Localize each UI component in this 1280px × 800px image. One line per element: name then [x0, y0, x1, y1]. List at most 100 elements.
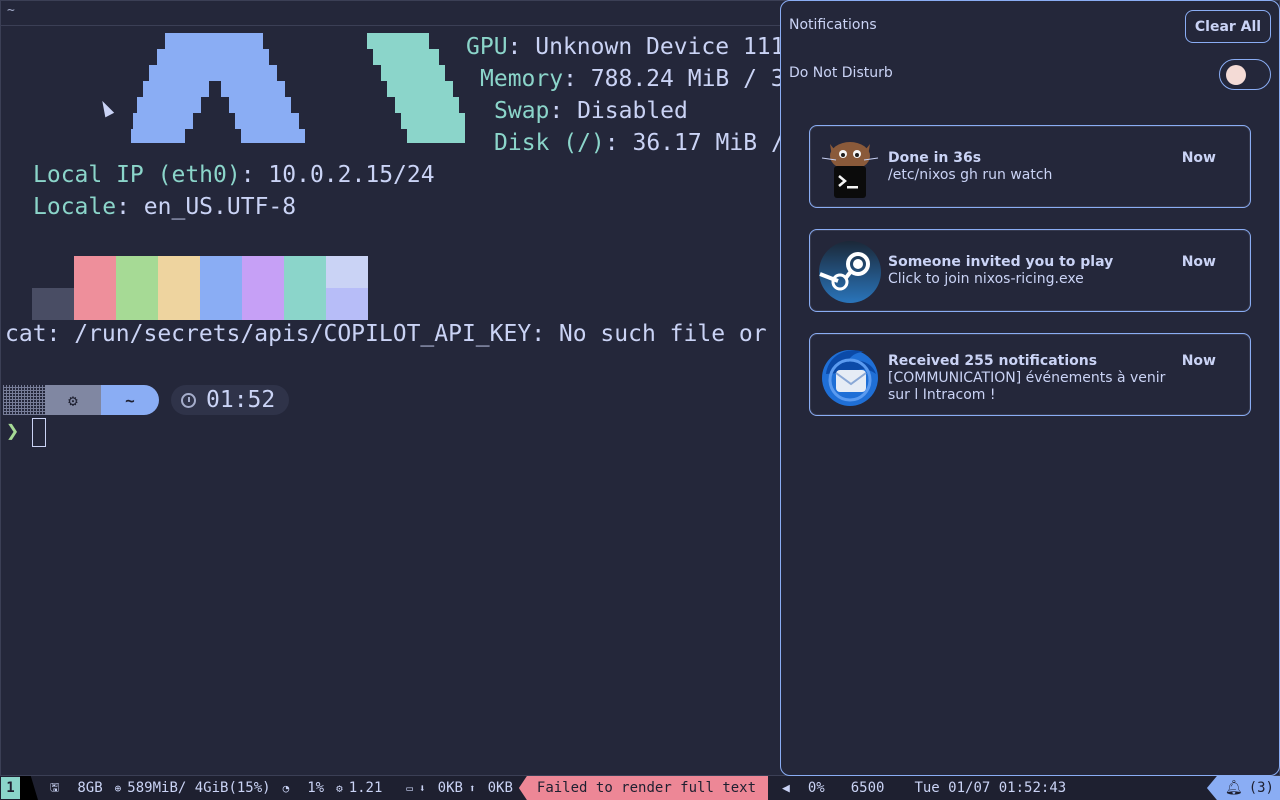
notification-body: /etc/nixos gh run watch: [888, 167, 1053, 183]
gear-icon: ⚙: [336, 781, 343, 795]
load-value: 1.21: [348, 780, 383, 796]
cpu-value: 1%: [307, 780, 325, 796]
palette-swatch: [74, 288, 116, 320]
notification-card[interactable]: Someone invited you to play Click to joi…: [809, 229, 1251, 312]
dnd-toggle[interactable]: [1219, 59, 1271, 90]
disk-line: Disk (/): 36.17 MiB /: [494, 130, 785, 156]
download-icon: ⬇: [419, 781, 426, 795]
disk-value: : 36.17 MiB /: [604, 130, 785, 156]
disk-value: 8GB: [77, 780, 103, 796]
notification-module[interactable]: 🔔︎ (3): [1206, 776, 1280, 800]
notification-summary: Received 255 notifications: [888, 353, 1098, 369]
disk-module[interactable]: 🖫 8GB: [44, 776, 109, 800]
palette-swatch: [284, 288, 326, 320]
volume-module[interactable]: ◀ 0%: [776, 776, 831, 800]
memory-module[interactable]: ⊕ 589MiB/ 4GiB(15%): [109, 776, 277, 800]
disk-key: Disk (/): [494, 130, 605, 156]
clear-all-button[interactable]: Clear All: [1185, 10, 1271, 43]
prompt-bar: ⚙ ~ 01:52: [3, 385, 290, 415]
memory-icon: ⊕: [114, 781, 122, 795]
memory-value: 589MiB/ 4GiB(15%): [127, 780, 271, 796]
thunderbird-icon: [822, 350, 878, 406]
prompt-time-value: 01:52: [206, 387, 276, 413]
locale-key: Locale: [33, 194, 117, 220]
palette-swatch: [242, 288, 284, 320]
notification-summary: Done in 36s: [888, 150, 982, 166]
error-output: cat: /run/secrets/apis/COPILOT_API_KEY: …: [5, 321, 767, 347]
notification-summary: Someone invited you to play: [888, 254, 1114, 270]
palette-swatch: [158, 256, 200, 288]
palette-swatch: [200, 288, 242, 320]
load-module[interactable]: ⚙ 1.21: [330, 776, 388, 800]
swap-key: Swap: [494, 98, 550, 124]
network-icon: ▭: [406, 781, 414, 795]
prompt-directory: ~: [101, 385, 159, 415]
notification-body: [COMMUNICATION] événements à venir sur l…: [888, 370, 1166, 403]
notification-card[interactable]: Done in 36s /etc/nixos gh run watch Now: [809, 125, 1251, 208]
swap-line: Swap: Disabled: [494, 98, 688, 124]
notification-time: Now: [1181, 254, 1216, 270]
text-cursor[interactable]: [32, 418, 46, 447]
notification-panel-title: Notifications: [789, 17, 877, 33]
notification-card[interactable]: Received 255 notifications [COMMUNICATIO…: [809, 333, 1251, 416]
bell-icon: 🔔︎: [1224, 780, 1243, 796]
net-down-value: 0KB: [437, 780, 463, 796]
palette-swatch: [32, 288, 74, 320]
notification-body: Click to join nixos-ricing.exe: [888, 271, 1084, 287]
dnd-label: Do Not Disturb: [789, 65, 893, 81]
clock-icon: [181, 392, 196, 408]
prompt-char: ❯: [6, 419, 20, 444]
status-bar: 1 🖫 8GB ⊕ 589MiB/ 4GiB(15%) ◔ 1% ⚙ 1.21 ▭ ⬇ …: [0, 776, 1280, 800]
gear-icon: ⚙: [45, 385, 101, 415]
volume-value: 0%: [807, 780, 825, 796]
notification-time: Now: [1181, 353, 1216, 369]
gpu-line: GPU: Unknown Device 111: [466, 34, 785, 60]
terminal-title-divider: [1, 25, 781, 26]
ip-value: : 10.0.2.15/24: [240, 162, 435, 188]
mouse-pointer-icon: [97, 98, 115, 118]
temperature-value: 6500: [850, 780, 885, 796]
nixos-logo: [131, 33, 465, 143]
palette-swatch: [242, 256, 284, 288]
ip-key: Local IP (eth0): [33, 162, 241, 188]
palette-swatch: [284, 256, 326, 288]
gpu-key: GPU: [466, 34, 508, 60]
workspace-separator: [20, 776, 38, 800]
steam-icon: [819, 241, 881, 303]
palette-swatch: [326, 256, 368, 288]
prompt-pattern: [3, 385, 45, 415]
palette-swatch: [116, 288, 158, 320]
workspace-1-button[interactable]: 1: [1, 777, 20, 799]
cpu-module[interactable]: ◔ 1%: [277, 776, 330, 800]
memory-key: Memory: [480, 66, 564, 92]
palette-swatch: [158, 288, 200, 320]
terminal-cat-icon: [821, 142, 879, 198]
clock-module[interactable]: Tue 01/07 01:52:43: [908, 776, 1072, 800]
upload-icon: ⬆: [468, 781, 476, 795]
memory-line: Memory: 788.24 MiB / 3: [480, 66, 785, 92]
palette-swatch: [326, 288, 368, 320]
error-module: Failed to render full text: [518, 776, 769, 800]
swap-value: : Disabled: [549, 98, 688, 124]
temperature-module[interactable]: 6500: [845, 776, 891, 800]
terminal-title: ~: [7, 3, 15, 18]
gpu-value: : Unknown Device 111: [507, 34, 785, 60]
speaker-icon: ◀: [782, 780, 790, 796]
dnd-toggle-knob: [1226, 65, 1246, 85]
palette-swatch: [116, 256, 158, 288]
net-up-value: 0KB: [487, 780, 513, 796]
memory-value: : 788.24 MiB / 3: [563, 66, 785, 92]
palette-swatch: [200, 256, 242, 288]
locale-line: Locale: en_US.UTF-8: [33, 194, 296, 220]
notification-time: Now: [1181, 150, 1216, 166]
disk-icon: 🖫: [50, 780, 60, 794]
datetime-value: Tue 01/07 01:52:43: [914, 780, 1067, 796]
prompt-time: 01:52: [171, 385, 290, 415]
cpu-icon: ◔: [282, 781, 290, 795]
ip-line: Local IP (eth0): 10.0.2.15/24: [33, 162, 435, 188]
notification-panel: Notifications Clear All Do Not Disturb D…: [780, 0, 1280, 776]
network-module[interactable]: ▭ ⬇ 0KB ⬆ 0KB: [400, 776, 518, 800]
locale-value: : en_US.UTF-8: [116, 194, 297, 220]
notification-count: (3): [1248, 780, 1274, 796]
palette-swatch: [74, 256, 116, 288]
